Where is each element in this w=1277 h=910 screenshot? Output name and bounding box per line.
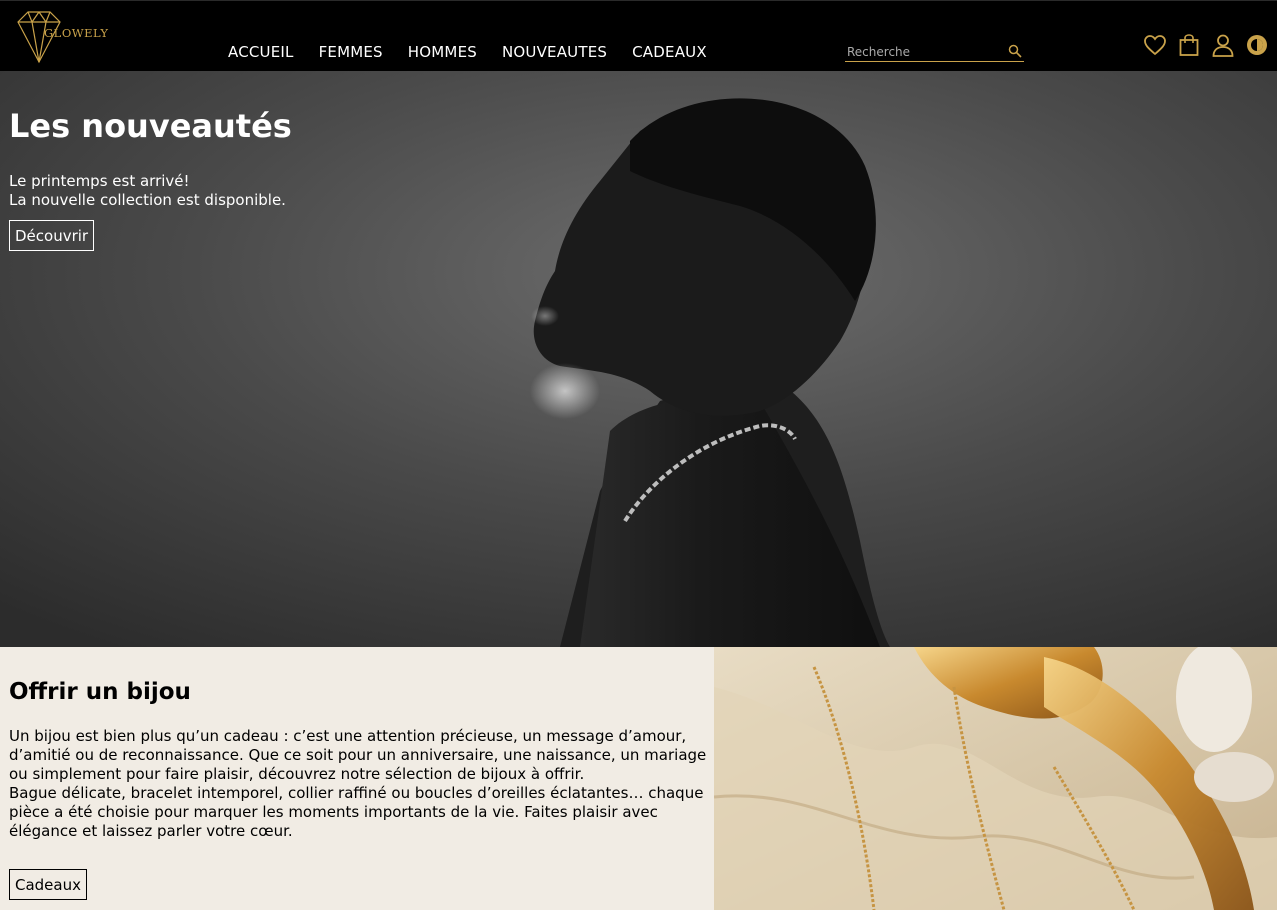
- brand-logo[interactable]: GLOWELY: [10, 9, 110, 65]
- nav-item-hommes[interactable]: HOMMES: [408, 43, 477, 61]
- gift-paragraph-2: Bague délicate, bracelet intemporel, col…: [9, 784, 704, 840]
- discover-button[interactable]: Découvrir: [9, 220, 95, 251]
- hero-banner: Les nouveautés Le printemps est arrivé! …: [0, 71, 1277, 647]
- hero-line-1: Le printemps est arrivé!: [9, 172, 190, 190]
- theme-toggle-button[interactable]: [1245, 32, 1269, 58]
- theme-toggle-icon: [1247, 35, 1267, 55]
- gifts-button[interactable]: Cadeaux: [9, 869, 87, 900]
- gift-paragraph-1: Un bijou est bien plus qu’un cadeau : c’…: [9, 727, 707, 783]
- nav-item-accueil[interactable]: ACCUEIL: [228, 43, 294, 61]
- nav-item-cadeaux[interactable]: CADEAUX: [632, 43, 707, 61]
- nav-item-femmes[interactable]: FEMMES: [319, 43, 383, 61]
- shopping-bag-icon: [1179, 34, 1199, 56]
- jewelry-still-life-image: [714, 647, 1277, 910]
- search-input[interactable]: [845, 42, 995, 62]
- wishlist-button[interactable]: [1143, 32, 1167, 58]
- brand-name: GLOWELY: [44, 26, 109, 40]
- nav-item-nouveautes[interactable]: NOUVEAUTES: [502, 43, 607, 61]
- gift-description: Un bijou est bien plus qu’un cadeau : c’…: [9, 727, 709, 841]
- gift-section: Offrir un bijou Un bijou est bien plus q…: [0, 647, 714, 910]
- header-actions: [1143, 32, 1269, 58]
- hero-title: Les nouveautés: [9, 107, 292, 145]
- hero-image: [0, 71, 1277, 647]
- gift-title: Offrir un bijou: [9, 679, 191, 705]
- gift-image: [714, 647, 1277, 910]
- hero-line-2: La nouvelle collection est disponible.: [9, 191, 286, 209]
- hero-description: Le printemps est arrivé! La nouvelle col…: [9, 172, 286, 210]
- account-button[interactable]: [1211, 32, 1235, 58]
- heart-icon: [1144, 35, 1166, 56]
- site-header: GLOWELY ACCUEIL FEMMES HOMMES NOUVEAUTES…: [0, 0, 1277, 71]
- main-nav: ACCUEIL FEMMES HOMMES NOUVEAUTES CADEAUX: [228, 43, 732, 61]
- cart-button[interactable]: [1177, 32, 1201, 58]
- user-icon: [1212, 34, 1234, 57]
- search-bar: [845, 41, 1024, 62]
- search-icon[interactable]: [1008, 44, 1022, 58]
